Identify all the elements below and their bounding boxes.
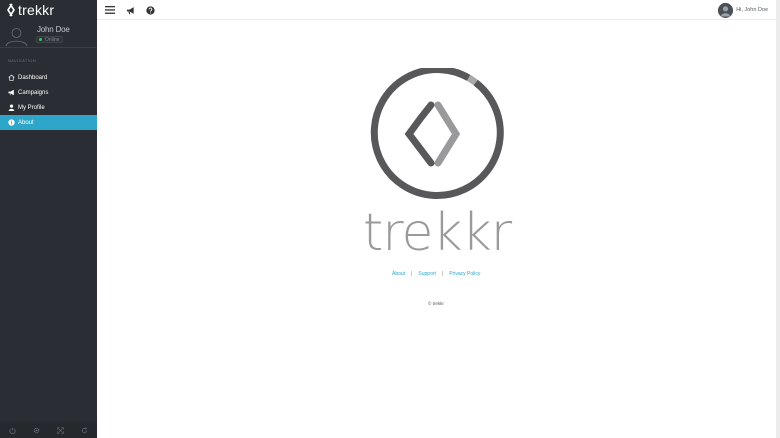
avatar	[718, 2, 734, 18]
copyright-text: © trekkr	[428, 301, 444, 306]
footer-links: About | Support | Privacy Policy	[392, 271, 480, 277]
brand-name: trekkr	[18, 2, 55, 18]
link-separator: |	[411, 271, 413, 277]
nav-heading: NAVIGATION	[8, 58, 37, 63]
megaphone-icon[interactable]	[124, 4, 136, 16]
home-icon	[7, 74, 15, 82]
trekkr-logo-icon	[7, 3, 15, 17]
sidebar-item-about[interactable]: About	[0, 115, 97, 130]
logo-wordmark: trekkr	[363, 203, 513, 252]
trekkr-logo: trekkr	[363, 68, 514, 252]
profile-name: John Doe	[37, 25, 70, 34]
online-dot-icon	[39, 38, 42, 41]
sidebar-item-label: My Profile	[18, 104, 45, 111]
avatar	[5, 28, 28, 46]
logo-chevrons-icon	[404, 101, 461, 167]
user-menu[interactable]: Hi, John Doe	[718, 2, 768, 18]
sidebar-item-label: Campaigns	[18, 89, 49, 96]
menu-icon[interactable]	[104, 4, 116, 16]
sidebar-nav: Dashboard Campaigns My Profile About	[0, 70, 97, 130]
sidebar-profile: John Doe Online	[0, 20, 97, 48]
power-icon[interactable]	[7, 425, 17, 435]
status-badge: Online	[36, 36, 63, 43]
privacy-policy-link[interactable]: Privacy Policy	[449, 271, 480, 277]
logo-ring	[370, 68, 504, 199]
sidebar-item-dashboard[interactable]: Dashboard	[0, 70, 97, 85]
brand[interactable]: trekkr	[0, 0, 97, 20]
scrollbar[interactable]	[776, 0, 780, 438]
sidebar: trekkr John Doe Online NAVIGATION Dashbo…	[0, 0, 97, 438]
topbar: Hi, John Doe	[97, 0, 780, 20]
megaphone-icon	[7, 89, 15, 97]
sidebar-item-my-profile[interactable]: My Profile	[0, 100, 97, 115]
support-link[interactable]: Support	[418, 271, 436, 277]
sidebar-item-campaigns[interactable]: Campaigns	[0, 85, 97, 100]
user-greeting: Hi, John Doe	[736, 7, 768, 13]
refresh-icon[interactable]	[80, 425, 90, 435]
user-icon	[7, 104, 15, 112]
sidebar-footer	[0, 422, 97, 438]
info-icon	[7, 119, 15, 127]
about-link[interactable]: About	[392, 271, 405, 277]
link-separator: |	[441, 271, 444, 277]
settings-icon[interactable]	[31, 425, 41, 435]
sidebar-item-label: About	[18, 119, 34, 126]
fullscreen-icon[interactable]	[56, 425, 66, 435]
status-text: Online	[45, 36, 60, 43]
help-icon[interactable]	[144, 4, 156, 16]
sidebar-item-label: Dashboard	[18, 74, 48, 81]
